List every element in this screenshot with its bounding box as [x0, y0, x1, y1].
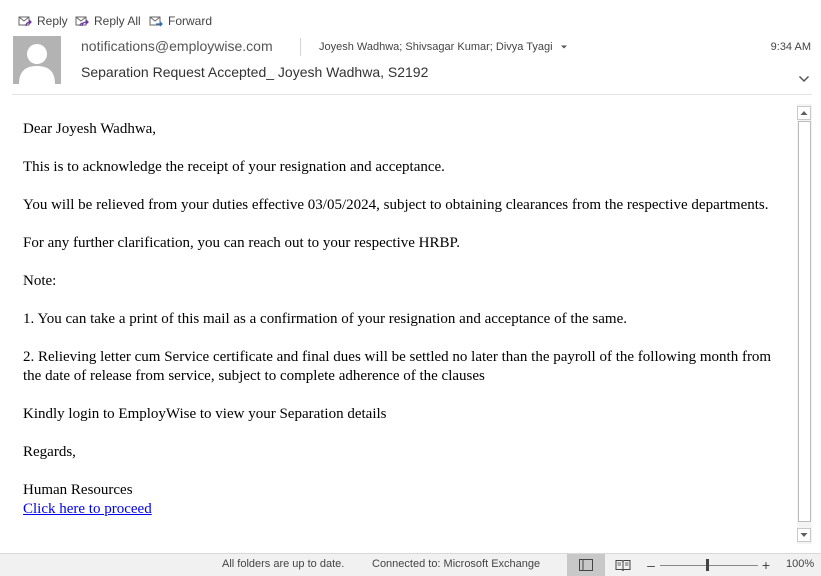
- note-item-2: 2. Relieving letter cum Service certific…: [23, 349, 772, 384]
- avatar[interactable]: [13, 36, 61, 84]
- received-time: 9:34 AM: [770, 41, 811, 53]
- forward-icon: [149, 16, 163, 27]
- greeting: Dear Joyesh Wadhwa,: [23, 121, 157, 137]
- reading-view-button[interactable]: [612, 557, 634, 573]
- normal-view-button[interactable]: [567, 554, 605, 576]
- message-subject: Separation Request Accepted_ Joyesh Wadh…: [81, 64, 429, 80]
- sync-status: All folders are up to date.: [222, 558, 345, 570]
- caret-down-icon[interactable]: [560, 44, 568, 50]
- paragraph-login: Kindly login to EmployWise to view your …: [23, 406, 387, 422]
- paragraph-clarification: For any further clarification, you can r…: [23, 235, 460, 251]
- paragraph-relieved: You will be relieved from your duties ef…: [23, 197, 769, 213]
- reply-label: Reply: [37, 14, 68, 28]
- zoom-slider-track[interactable]: [660, 565, 758, 566]
- reply-all-icon: [75, 16, 89, 27]
- recipients-text: Joyesh Wadhwa; Shivsagar Kumar; Divya Ty…: [319, 41, 553, 53]
- normal-view-icon: [579, 559, 593, 571]
- reply-button[interactable]: Reply: [17, 11, 68, 31]
- recipients-list[interactable]: Joyesh Wadhwa; Shivsagar Kumar; Divya Ty…: [319, 41, 568, 53]
- triangle-up-icon: [800, 111, 808, 115]
- proceed-link[interactable]: Click here to proceed: [23, 501, 152, 517]
- header-separator: [12, 94, 812, 95]
- note-heading: Note:: [23, 273, 57, 289]
- paragraph-acknowledge: This is to acknowledge the receipt of yo…: [23, 159, 445, 175]
- person-silhouette-icon: [19, 44, 55, 84]
- reading-view-icon: [615, 559, 631, 571]
- message-body: Dear Joyesh Wadhwa, This is to acknowled…: [23, 120, 783, 519]
- reply-icon: [18, 16, 32, 27]
- zoom-level[interactable]: 100%: [786, 558, 814, 570]
- header-divider: [300, 38, 301, 56]
- status-bar: All folders are up to date. Connected to…: [0, 553, 821, 576]
- scroll-down-button[interactable]: [797, 528, 811, 542]
- scrollbar-thumb[interactable]: [798, 121, 811, 522]
- note-item-1: 1. You can take a print of this mail as …: [23, 311, 627, 327]
- reply-all-button[interactable]: Reply All: [74, 11, 141, 31]
- zoom-in-button[interactable]: +: [761, 557, 771, 573]
- message-header: notifications@employwise.com Joyesh Wadh…: [0, 36, 821, 94]
- zoom-slider-thumb[interactable]: [706, 559, 709, 571]
- sender-address[interactable]: notifications@employwise.com: [81, 38, 273, 54]
- signature: Human Resources: [23, 482, 133, 498]
- forward-label: Forward: [168, 14, 213, 28]
- connection-status: Connected to: Microsoft Exchange: [372, 558, 541, 570]
- scroll-up-button[interactable]: [797, 106, 811, 120]
- reply-all-label: Reply All: [94, 14, 141, 28]
- chevron-down-icon[interactable]: [798, 74, 810, 84]
- regards: Regards,: [23, 444, 76, 460]
- forward-button[interactable]: Forward: [148, 11, 212, 31]
- zoom-out-button[interactable]: –: [646, 557, 656, 573]
- message-toolbar: Reply Reply All Forward: [0, 0, 821, 38]
- triangle-down-icon: [800, 533, 808, 537]
